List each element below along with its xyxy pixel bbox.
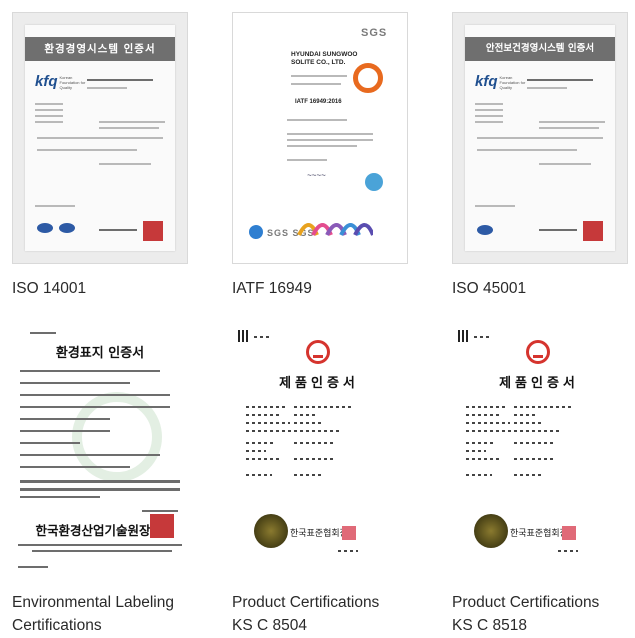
- red-seal: [583, 221, 603, 241]
- certificate-card-environmental-labeling[interactable]: 환경표지 인증서 한국환경산업기술원장 Environmental Labeli…: [12, 326, 188, 637]
- issuer-name: 한국표준협회장: [510, 529, 568, 539]
- certificate-caption: ISO 45001: [452, 280, 527, 297]
- accreditation-logo: [37, 223, 53, 233]
- certificate-card-iatf16949[interactable]: SGS HYUNDAI SUNGWOO SOLITE CO., LTD. IAT…: [232, 12, 408, 300]
- certificate-caption: ISO 14001: [12, 280, 87, 297]
- globe-icon: [365, 173, 383, 191]
- certificate-paper: 안전보건경영시스템 인증서 kfq Korean Foundation for Q…: [465, 25, 615, 251]
- gold-seal-icon: [254, 514, 288, 548]
- sgs-globe-icon: [249, 225, 263, 239]
- signature: ~~~~: [307, 171, 326, 180]
- certificate-thumbnail[interactable]: SGS HYUNDAI SUNGWOO SOLITE CO., LTD. IAT…: [232, 12, 408, 264]
- iaf-logo: [59, 223, 75, 233]
- certificate-paper: 환경경영시스템 인증서 kfq Korean Foundation for Qua…: [25, 25, 175, 251]
- certificate-caption: Environmental Labeling Certifications: [12, 594, 174, 634]
- company-name: HYUNDAI SUNGWOO SOLITE CO., LTD.: [291, 51, 358, 66]
- kfq-logo: kfq Korean Foundation for Quality: [35, 73, 86, 90]
- iatf-standard: IATF 16949:2016: [295, 99, 342, 105]
- red-seal: [143, 221, 163, 241]
- certificate-card-iso14001[interactable]: 환경경영시스템 인증서 kfq Korean Foundation for Qua…: [12, 12, 188, 300]
- kfq-logo: kfq Korean Foundation for Quality: [475, 73, 526, 90]
- red-seal: [342, 526, 356, 540]
- certificate-caption: Product Certifications KS C 8504: [232, 594, 380, 634]
- qr-code-icon: [458, 330, 470, 342]
- accreditation-logo: [477, 225, 493, 235]
- issuer-name: 한국환경산업기술원장: [35, 523, 151, 538]
- certificate-caption: IATF 16949: [232, 280, 312, 297]
- certificate-card-ks-c-8504[interactable]: 제품인증서 한국표준협회장 Product Certifications KS …: [232, 326, 408, 637]
- certificate-title: 환경표지 인증서: [55, 346, 145, 361]
- certificate-thumbnail[interactable]: 환경표지 인증서 한국환경산업기술원장: [12, 326, 188, 578]
- ks-mark-icon: [526, 340, 550, 364]
- certificate-thumbnail[interactable]: 제품인증서 한국표준협회장: [452, 326, 628, 578]
- certificate-thumbnail[interactable]: 제품인증서 한국표준협회장: [232, 326, 408, 578]
- qr-code-icon: [238, 330, 250, 342]
- color-swirl-icon: [297, 223, 373, 236]
- sgs-logo: SGS: [361, 27, 388, 39]
- red-seal: [150, 514, 174, 538]
- red-seal: [562, 526, 576, 540]
- iatf-badge-icon: [353, 63, 383, 93]
- certificate-card-iso45001[interactable]: 안전보건경영시스템 인증서 kfq Korean Foundation for Q…: [452, 12, 628, 300]
- certificate-banner: 안전보건경영시스템 인증서: [465, 37, 615, 61]
- gold-seal-icon: [474, 514, 508, 548]
- certificate-banner: 환경경영시스템 인증서: [25, 37, 175, 61]
- certificate-thumbnail[interactable]: 안전보건경영시스템 인증서 kfq Korean Foundation for Q…: [452, 12, 628, 264]
- certificate-title: 제품인증서: [279, 376, 359, 391]
- certificate-caption: Product Certifications KS C 8518: [452, 594, 600, 634]
- certificate-title: 제품인증서: [499, 376, 579, 391]
- certificate-card-ks-c-8518[interactable]: 제품인증서 한국표준협회장 Product Certifications KS …: [452, 326, 628, 637]
- certificate-thumbnail[interactable]: 환경경영시스템 인증서 kfq Korean Foundation for Qua…: [12, 12, 188, 264]
- ks-mark-icon: [306, 340, 330, 364]
- issuer-name: 한국표준협회장: [290, 529, 348, 539]
